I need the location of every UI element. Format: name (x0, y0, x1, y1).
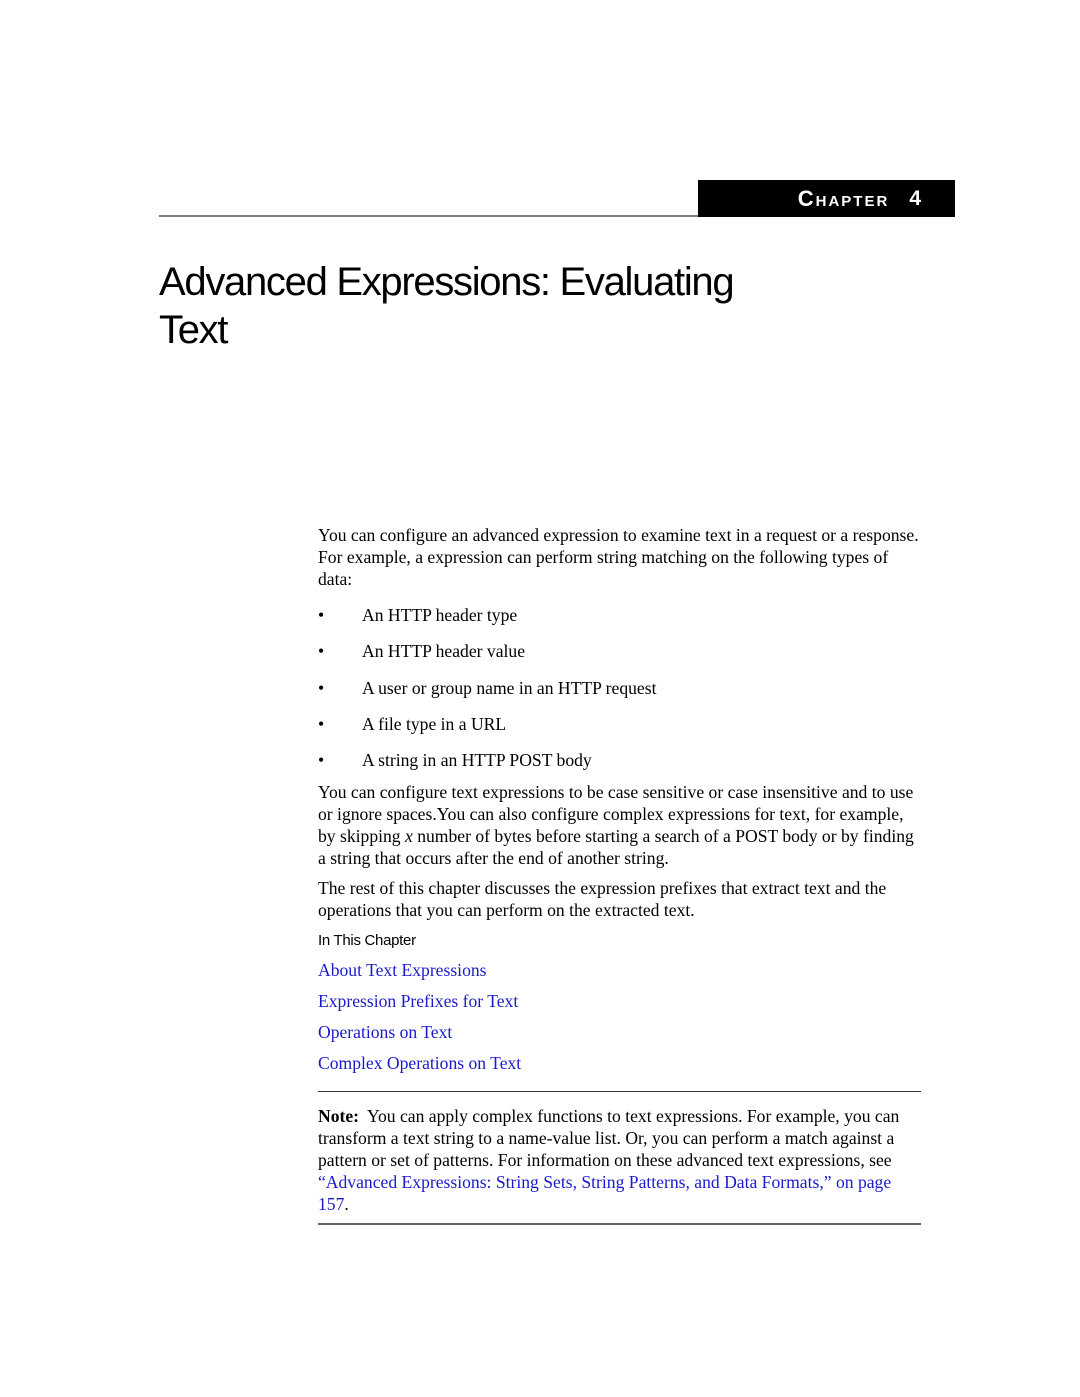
intro-paragraph: You can configure an advanced expression… (318, 525, 919, 589)
cross-reference-link[interactable]: “Advanced Expressions: String Sets, Stri… (318, 1172, 891, 1214)
list-item: • A file type in a URL (318, 713, 507, 734)
page-title-line2: Text (159, 308, 228, 352)
bullet-icon: • (318, 677, 325, 698)
list-item: • A string in an HTTP POST body (318, 750, 592, 771)
list-item: • A user or group name in an HTTP request (318, 677, 657, 698)
page-title: Advanced Expressions: Evaluating Text (159, 258, 779, 354)
bullet-icon: • (318, 713, 325, 734)
chapter-toc: About Text Expressions Expression Prefix… (318, 959, 923, 1083)
note-box: Note: You can apply complex functions to … (318, 1106, 900, 1215)
list-item: • An HTTP header value (318, 641, 526, 662)
note-text: You can apply complex functions to text … (318, 1106, 900, 1171)
list-item: • An HTTP header type (318, 605, 518, 625)
bullet-icon: • (318, 605, 325, 625)
chapter-tab: Chapter 4 (698, 180, 955, 217)
data-types-list: • An HTTP header type • An HTTP header val… (318, 604, 923, 785)
page-title-line1: Advanced Expressions: Evaluating (159, 260, 735, 304)
bullet-icon: • (318, 750, 325, 771)
note-bottom-rule (318, 1223, 921, 1226)
header-rule (159, 215, 699, 217)
note-top-rule (318, 1091, 921, 1093)
toc-link-complex-operations[interactable]: Complex Operations on Text (318, 1052, 923, 1083)
in-this-chapter-heading: In This Chapter (318, 932, 416, 950)
bullet-icon: • (318, 641, 325, 662)
chapter-summary-paragraph: The rest of this chapter discusses the e… (318, 878, 887, 921)
toc-link-expression-prefixes[interactable]: Expression Prefixes for Text (318, 990, 923, 1021)
chapter-number: 4 (909, 186, 923, 210)
chapter-label: Chapter (797, 185, 890, 211)
body-content: You can configure an advanced expression… (318, 524, 923, 1226)
toc-link-about-text-expressions[interactable]: About Text Expressions (318, 959, 923, 990)
configuration-paragraph: You can configure text expressions to be… (318, 782, 914, 869)
note-label: Note: (318, 1106, 360, 1127)
toc-link-operations-on-text[interactable]: Operations on Text (318, 1021, 923, 1052)
